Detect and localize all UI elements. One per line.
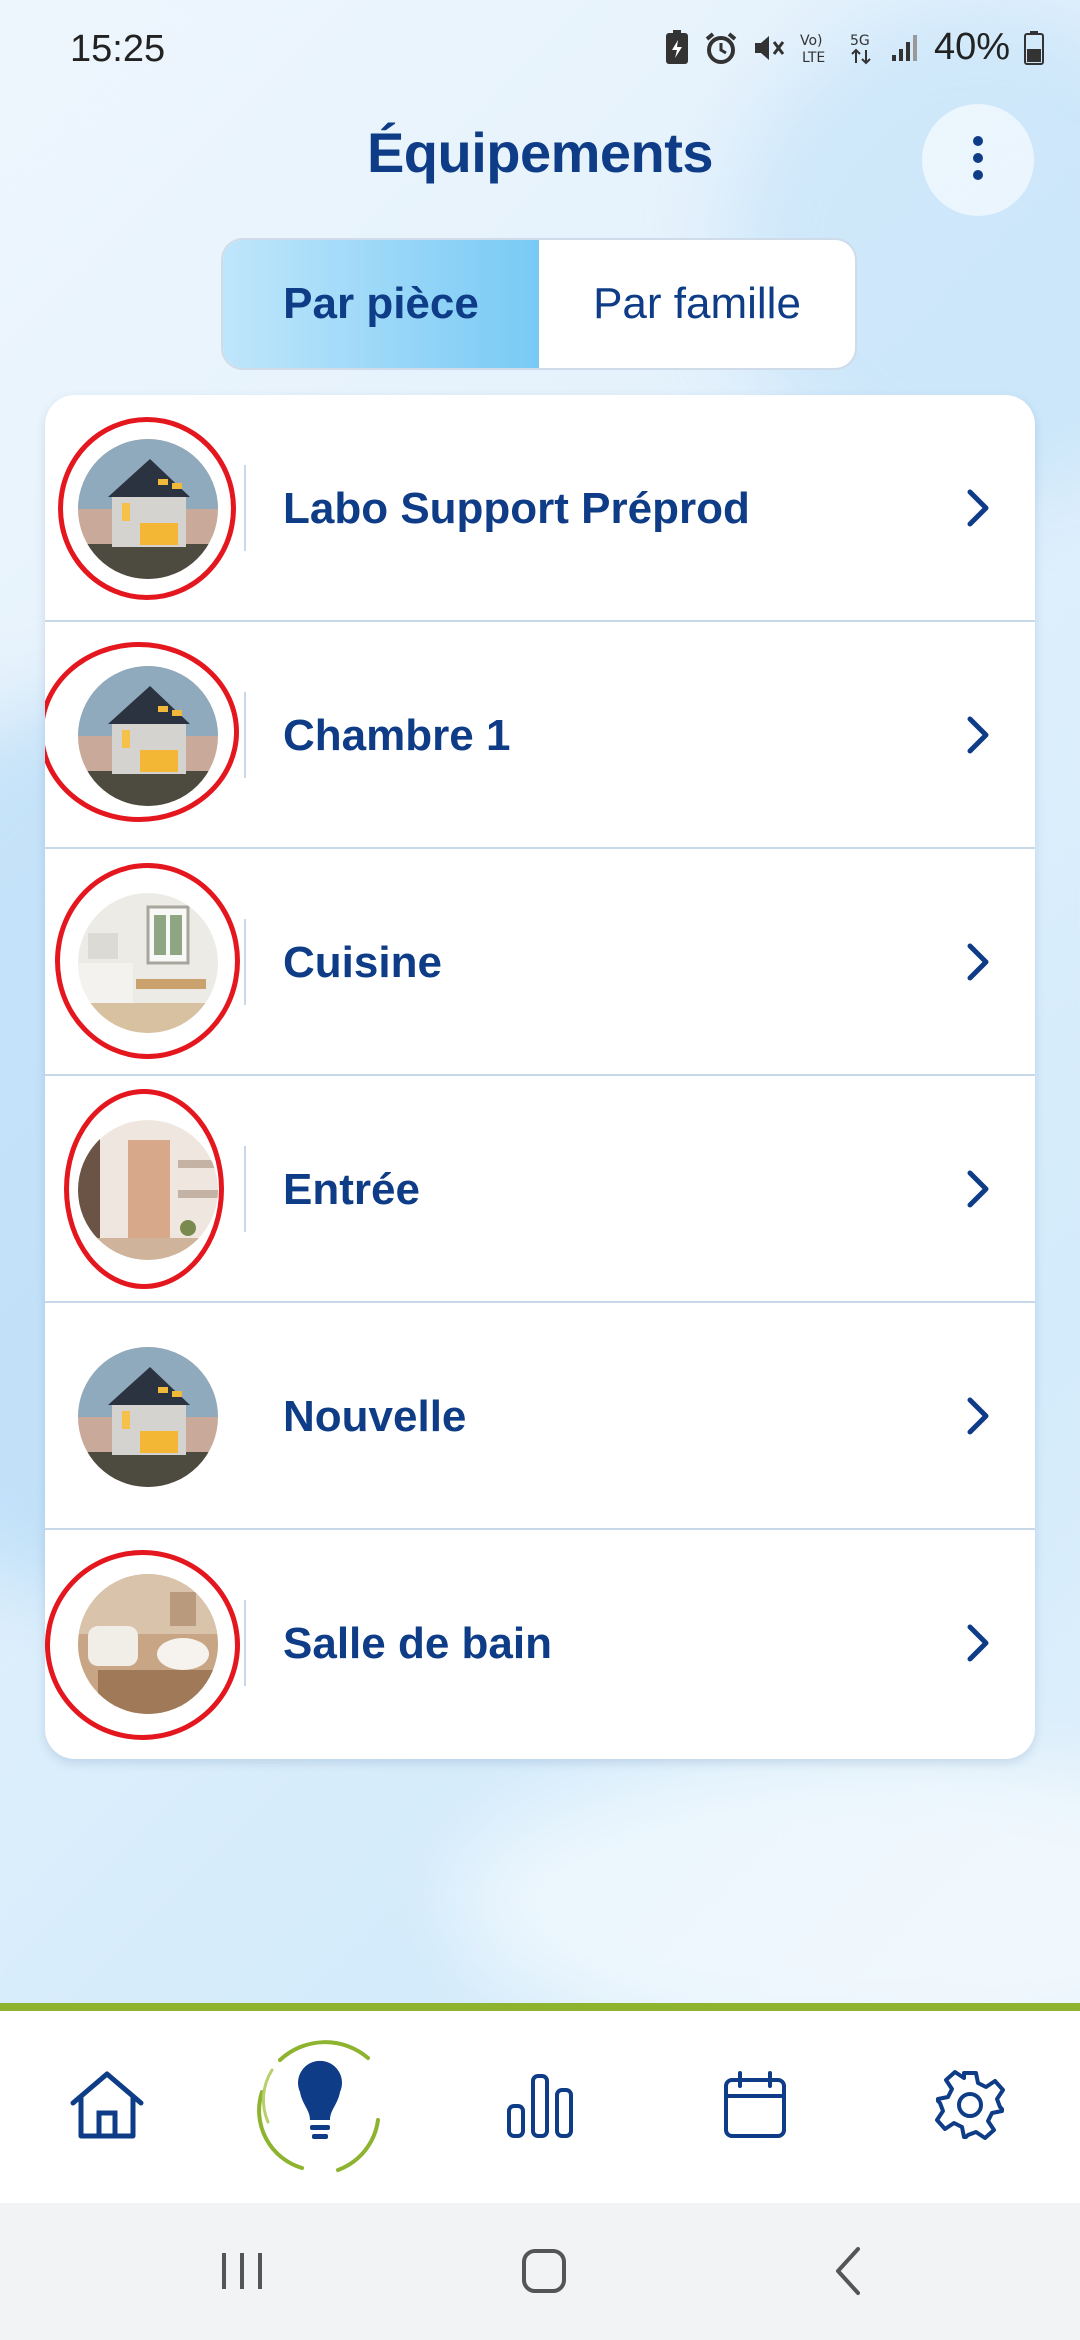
nav-calendar[interactable]: [685, 2011, 825, 2203]
nav-statistics[interactable]: [470, 2011, 610, 2203]
highlight-ring: [64, 1089, 224, 1289]
nav-settings[interactable]: [900, 2011, 1040, 2203]
divider: [244, 692, 246, 778]
chevron-right-icon: [965, 1622, 991, 1669]
room-name: Nouvelle: [283, 1392, 467, 1441]
divider: [244, 1600, 246, 1686]
battery-icon: [1024, 30, 1044, 65]
room-name: Chambre 1: [283, 711, 511, 760]
nav-accent-line: [0, 2003, 1080, 2011]
room-name: Labo Support Préprod: [283, 484, 750, 533]
bar-chart-icon: [505, 2070, 575, 2145]
home-icon: [67, 2069, 147, 2146]
divider: [244, 1146, 246, 1232]
room-row-cuisine[interactable]: Cuisine: [45, 849, 1035, 1076]
divider: [244, 465, 246, 551]
chevron-right-icon: [965, 1168, 991, 1215]
room-row-entree[interactable]: Entrée: [45, 1076, 1035, 1303]
highlight-ring: [55, 863, 240, 1059]
room-image-house: [78, 1347, 218, 1487]
room-row-labo-support-preprod[interactable]: Labo Support Préprod: [45, 395, 1035, 622]
5g-icon: 5G: [848, 30, 876, 66]
signal-icon: [890, 33, 920, 63]
back-button[interactable]: [798, 2233, 898, 2313]
calendar-icon: [722, 2070, 788, 2145]
home-system-button[interactable]: [494, 2233, 594, 2313]
battery-saver-icon: [664, 29, 690, 66]
mute-icon: [752, 31, 786, 65]
more-vertical-icon: [968, 133, 988, 188]
recent-apps-button[interactable]: [192, 2233, 292, 2313]
alarm-icon: [704, 31, 738, 65]
status-icons: Vo) LTE 5G 40%: [664, 26, 1044, 69]
room-name: Salle de bain: [283, 1619, 552, 1668]
room-name: Entrée: [283, 1165, 420, 1214]
svg-text:Vo): Vo): [800, 33, 823, 49]
page-title: Équipements: [366, 121, 714, 184]
highlight-ring: [45, 642, 239, 822]
status-time: 15:25: [70, 28, 166, 70]
nav-home[interactable]: [37, 2011, 177, 2203]
lightbulb-icon: [250, 2030, 390, 2185]
chevron-right-icon: [965, 714, 991, 761]
room-name: Cuisine: [283, 938, 442, 987]
chevron-right-icon: [965, 487, 991, 534]
view-mode-tabs: Par pièce Par famille: [221, 238, 857, 370]
chevron-right-icon: [965, 941, 991, 988]
home-square-icon: [520, 2247, 568, 2300]
tab-par-piece[interactable]: Par pièce: [223, 240, 539, 368]
back-chevron-icon: [830, 2245, 866, 2302]
svg-text:5G: 5G: [850, 33, 870, 49]
system-nav-bar: [0, 2203, 1080, 2340]
room-list: Labo Support Préprod Chambre 1 Cuisine E…: [45, 395, 1035, 1759]
volte-icon: Vo) LTE: [800, 30, 834, 66]
battery-percent: 40%: [933, 26, 1010, 68]
recent-apps-icon: [218, 2249, 266, 2298]
tab-par-famille[interactable]: Par famille: [539, 240, 855, 368]
room-row-nouvelle[interactable]: Nouvelle: [45, 1303, 1035, 1530]
highlight-ring: [58, 417, 236, 600]
svg-text:LTE: LTE: [802, 50, 825, 66]
room-row-salle-de-bain[interactable]: Salle de bain: [45, 1530, 1035, 1757]
highlight-ring: [45, 1550, 240, 1740]
bottom-nav: [0, 2011, 1080, 2203]
divider: [244, 919, 246, 1005]
chevron-right-icon: [965, 1395, 991, 1442]
nav-equipments[interactable]: [250, 2011, 390, 2203]
settings-gear-icon: [934, 2069, 1006, 2146]
status-bar: 15:25 Vo) LTE 5G 40%: [0, 0, 1080, 100]
more-options-button[interactable]: [922, 104, 1034, 216]
room-row-chambre-1[interactable]: Chambre 1: [45, 622, 1035, 849]
